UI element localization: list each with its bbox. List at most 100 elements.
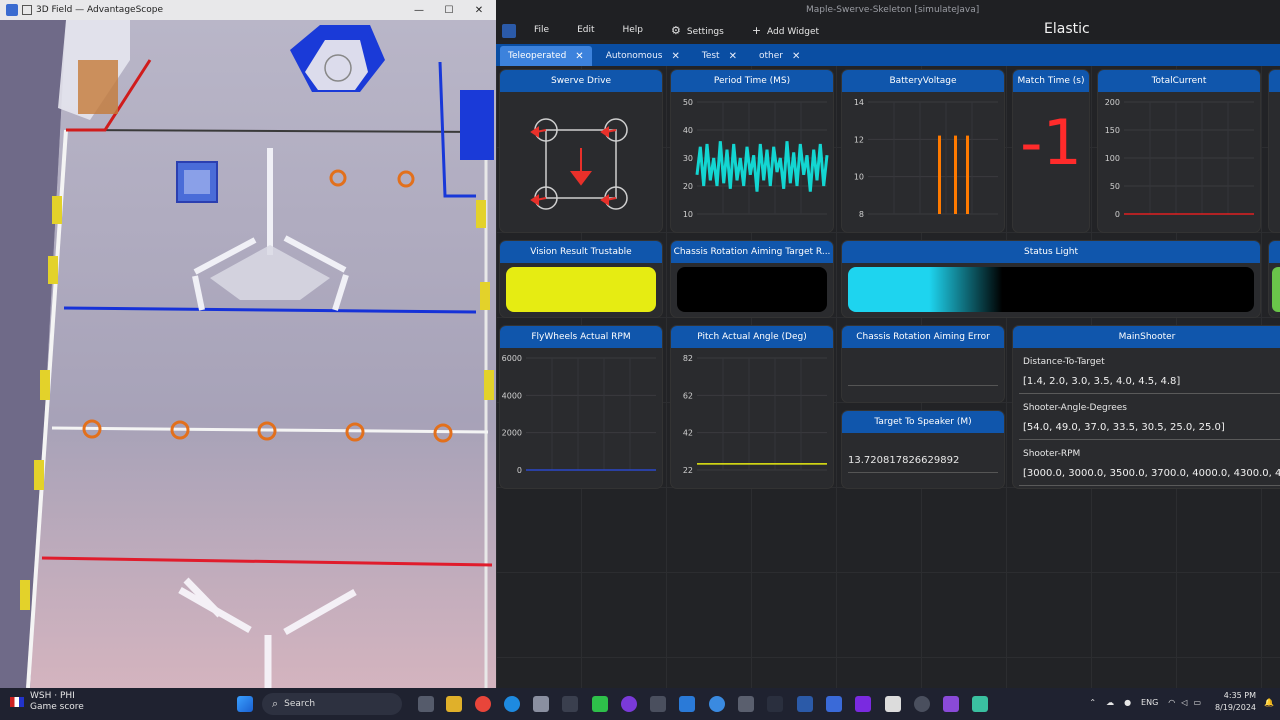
y-tick-label: 0 <box>517 466 522 475</box>
settings-app-icon[interactable] <box>533 696 549 712</box>
search-box[interactable]: ⌕ Search <box>262 693 402 715</box>
app-icon[interactable] <box>826 696 842 712</box>
data-bar <box>938 135 941 214</box>
onedrive-icon[interactable]: ☁ <box>1106 698 1114 707</box>
tab-test[interactable]: Test ✕ <box>694 46 745 66</box>
series-line <box>695 141 829 192</box>
y-tick-label: 0 <box>1115 210 1120 219</box>
menu-help[interactable]: Help <box>609 25 658 35</box>
battery-voltage-widget[interactable]: BatteryVoltage 14 12 10 8 <box>841 69 1005 233</box>
field-window-title: 3D Field — AdvantageScope <box>36 5 163 15</box>
language-indicator[interactable]: ENG <box>1141 698 1158 707</box>
close-tab-icon[interactable]: ✕ <box>575 51 583 62</box>
ide-title-strip: Maple-Swerve-Skeleton [simulateJava] <box>496 0 1280 20</box>
app-icon[interactable] <box>767 696 783 712</box>
obs-icon[interactable] <box>621 696 637 712</box>
widget-title: Match Time (s) <box>1013 70 1089 92</box>
advantagescope-icon[interactable] <box>709 696 725 712</box>
partial-widget[interactable] <box>1268 240 1280 318</box>
match-time-widget[interactable]: Match Time (s) -1 <box>1012 69 1090 233</box>
app-icon[interactable] <box>885 696 901 712</box>
status-light-widget[interactable]: Status Light <box>841 240 1261 318</box>
main-shooter-widget[interactable]: MainShooter Distance-To-Target [1.4, 2.0… <box>1012 325 1280 489</box>
app-icon[interactable] <box>972 696 988 712</box>
chart-svg: 50 40 30 20 10 <box>683 98 829 219</box>
terminal-icon[interactable] <box>562 696 578 712</box>
app-icon[interactable] <box>650 696 666 712</box>
close-tab-icon[interactable]: ✕ <box>671 51 679 62</box>
widget-title: Pitch Actual Angle (Deg) <box>671 326 833 348</box>
settings-button[interactable]: ⚙ Settings <box>657 24 738 37</box>
vscode-icon[interactable] <box>679 696 695 712</box>
y-tick-label: 50 <box>1110 182 1120 191</box>
tab-autonomous[interactable]: Autonomous ✕ <box>598 46 688 66</box>
flywheels-rpm-widget[interactable]: FlyWheels Actual RPM 6000 4000 2000 0 <box>499 325 663 489</box>
y-tick-label: 8 <box>859 210 864 219</box>
menu-file[interactable]: File <box>520 25 563 35</box>
y-tick-label: 12 <box>854 135 864 144</box>
close-tab-icon[interactable]: ✕ <box>729 51 737 62</box>
menu-edit[interactable]: Edit <box>563 25 608 35</box>
desktop: 3D Field — AdvantageScope — ☐ ✕ Maple-Sw… <box>0 0 1280 720</box>
partial-widget[interactable] <box>1268 69 1280 233</box>
volume-icon[interactable]: ◁ <box>1181 698 1187 707</box>
media-icon[interactable] <box>738 696 754 712</box>
widget-title: Status Light <box>842 241 1260 263</box>
wifi-icon[interactable]: ◠ <box>1168 698 1175 707</box>
pitch-angle-widget[interactable]: Pitch Actual Angle (Deg) 82 62 42 22 <box>670 325 834 489</box>
chrome-icon[interactable] <box>475 696 491 712</box>
notification-icon[interactable]: 🔔 <box>1264 698 1274 707</box>
tray-overflow-icon[interactable]: ⌃ <box>1089 698 1096 707</box>
target-to-speaker-widget[interactable]: Target To Speaker (M) 13.720817826629892 <box>841 410 1005 489</box>
file-explorer-icon[interactable] <box>446 696 462 712</box>
close-tab-icon[interactable]: ✕ <box>792 51 800 62</box>
minimize-button[interactable]: — <box>404 0 434 20</box>
chart-svg: 6000 4000 2000 0 <box>502 354 656 475</box>
task-view-icon[interactable] <box>418 696 434 712</box>
value-underline <box>848 472 998 473</box>
widgets-button[interactable]: WSH · PHI Game score <box>10 691 84 713</box>
chassis-aiming-error-widget[interactable]: Chassis Rotation Aiming Error <box>841 325 1005 403</box>
add-widget-button[interactable]: + Add Widget <box>738 24 833 37</box>
intellij-icon[interactable] <box>855 696 871 712</box>
app-title: Elastic <box>1044 21 1090 37</box>
widget-title: Chassis Rotation Aiming Error <box>842 326 1004 348</box>
chart-svg: 82 62 42 22 <box>683 354 827 475</box>
start-icon[interactable] <box>237 696 253 712</box>
y-tick-label: 14 <box>854 98 864 107</box>
elastic-icon[interactable] <box>797 696 813 712</box>
elastic-logo-icon <box>502 24 516 38</box>
app-icon[interactable] <box>943 696 959 712</box>
close-button[interactable]: ✕ <box>464 0 494 20</box>
widget-title: Vision Result Trustable <box>500 241 662 263</box>
field-value[interactable]: [54.0, 49.0, 37.0, 33.5, 30.5, 25.0, 25.… <box>1023 422 1225 433</box>
swerve-drive-widget[interactable]: Swerve Drive <box>499 69 663 233</box>
field-3d-view[interactable] <box>0 20 496 688</box>
vision-result-widget[interactable]: Vision Result Trustable <box>499 240 663 318</box>
battery-icon[interactable]: ▭ <box>1193 698 1201 707</box>
field-value[interactable]: [1.4, 2.0, 3.0, 3.5, 4.0, 4.5, 4.8] <box>1023 376 1180 387</box>
field-window-titlebar[interactable]: 3D Field — AdvantageScope — ☐ ✕ <box>0 0 496 20</box>
maximize-button[interactable]: ☐ <box>434 0 464 20</box>
field-value[interactable]: [3000.0, 3000.0, 3500.0, 3700.0, 4000.0,… <box>1023 468 1280 479</box>
elastic-window: Maple-Swerve-Skeleton [simulateJava] Fil… <box>496 0 1280 688</box>
y-tick-label: 50 <box>683 98 693 107</box>
taskbar: WSH · PHI Game score ⌕ Search ⌃ ☁ ● ENG … <box>0 688 1280 720</box>
clock[interactable]: 4:35 PM 8/19/2024 <box>1215 690 1256 714</box>
tab-other[interactable]: other ✕ <box>751 46 808 66</box>
chart-area: 50 40 30 20 10 <box>671 92 833 232</box>
system-tray: ⌃ ☁ ● ENG ◠ ◁ ▭ 4:35 PM 8/19/2024 🔔 <box>1089 690 1274 714</box>
widget-title: Period Time (MS) <box>671 70 833 92</box>
y-tick-label: 22 <box>683 466 693 475</box>
boolean-indicator <box>677 267 827 312</box>
total-current-widget[interactable]: TotalCurrent 200 150 100 50 0 <box>1097 69 1261 233</box>
wechat-icon[interactable] <box>592 696 608 712</box>
microphone-icon[interactable]: ● <box>1124 698 1131 707</box>
edge-icon[interactable] <box>504 696 520 712</box>
tab-teleoperated[interactable]: Teleoperated ✕ <box>500 46 592 66</box>
y-tick-label: 82 <box>683 354 693 363</box>
score-widget-icon <box>10 697 24 707</box>
github-icon[interactable] <box>914 696 930 712</box>
chassis-aiming-target-widget[interactable]: Chassis Rotation Aiming Target R... <box>670 240 834 318</box>
period-time-widget[interactable]: Period Time (MS) 50 40 30 20 10 <box>670 69 834 233</box>
